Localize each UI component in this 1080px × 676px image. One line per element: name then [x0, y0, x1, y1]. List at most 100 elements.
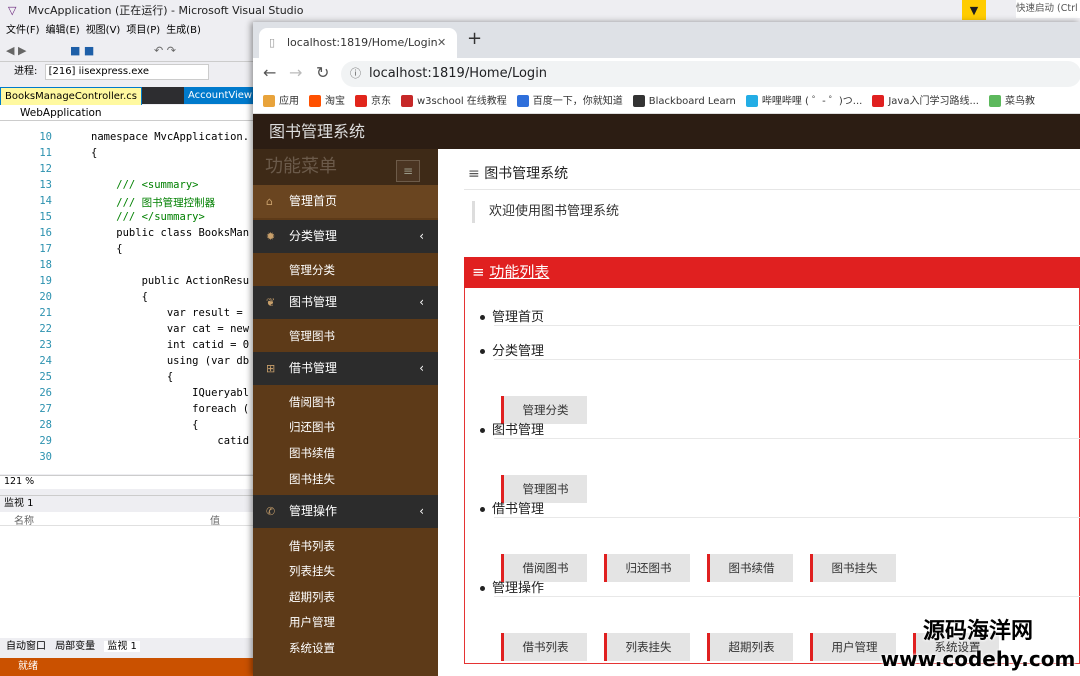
page-icon: ▯ — [269, 36, 276, 49]
overdue-list-button[interactable]: 超期列表 — [707, 633, 793, 661]
sidebar-sub-manage-category[interactable]: 管理分类 — [289, 262, 335, 278]
menu-build[interactable]: 生成(B) — [166, 25, 201, 36]
bookmark-label: 应用 — [279, 96, 299, 107]
bookmark-item[interactable]: 应用 — [263, 90, 299, 113]
tab-controller[interactable]: BooksManageController.cs — [0, 87, 142, 106]
undo-icon[interactable]: ↶ ↷ — [154, 44, 176, 57]
bookmark-item[interactable]: 哔哩哔哩 ( ゜- ゜)つ... — [745, 90, 862, 113]
report-lost-button[interactable]: 图书挂失 — [810, 554, 896, 582]
bookmark-icon — [516, 95, 529, 107]
sidebar-sub-borrow-list[interactable]: 借书列表 — [289, 538, 335, 554]
code-line[interactable]: int catid = 0 — [91, 339, 249, 351]
url-input[interactable]: ⓘ localhost:1819/Home/Login — [341, 61, 1080, 87]
sidebar-sub-return[interactable]: 归还图书 — [289, 419, 335, 435]
code-line[interactable]: namespace MvcApplication. — [91, 131, 249, 143]
sidebar-sub-users[interactable]: 用户管理 — [289, 614, 335, 630]
code-line[interactable]: IQueryabl — [91, 387, 249, 399]
bookmark-item[interactable]: 菜鸟教 — [989, 90, 1035, 113]
code-line[interactable]: /// </summary> — [91, 211, 205, 223]
new-tab-icon[interactable]: + — [467, 28, 482, 49]
code-line[interactable]: { — [91, 147, 97, 159]
return-book-button[interactable]: 归还图书 — [604, 554, 690, 582]
code-line[interactable]: { — [91, 419, 198, 431]
list-icon: ≡ — [468, 166, 480, 182]
menu-view[interactable]: 视图(V) — [86, 25, 121, 36]
code-line[interactable]: foreach ( — [91, 403, 249, 415]
code-line[interactable]: { — [91, 371, 173, 383]
project-dropdown[interactable]: WebApplication — [0, 105, 253, 121]
code-line[interactable]: /// 图书管理控制器 — [91, 195, 215, 210]
bookmark-item[interactable]: 京东 — [355, 90, 391, 113]
tab-locals[interactable]: 局部变量 — [55, 641, 95, 652]
code-line[interactable]: using (var db — [91, 355, 249, 367]
code-line[interactable]: { — [91, 291, 148, 303]
filter-icon[interactable]: ▼ — [962, 0, 986, 20]
sidebar-sub-manage-books[interactable]: 管理图书 — [289, 328, 335, 344]
info-icon[interactable]: ⓘ — [350, 61, 361, 87]
sidebar-sub-borrow[interactable]: 借阅图书 — [289, 394, 335, 410]
function-list-title[interactable]: 功能列表 — [489, 263, 549, 281]
close-tab-icon[interactable]: ✕ — [437, 28, 446, 58]
menu-edit[interactable]: 编辑(E) — [46, 25, 80, 36]
reload-icon[interactable]: ↻ — [316, 63, 329, 82]
list-item-category[interactable]: 分类管理 — [480, 340, 544, 359]
sidebar-sub-renew[interactable]: 图书续借 — [289, 445, 335, 461]
sidebar-item-operations[interactable]: ✆ 管理操作 ‹ — [253, 495, 438, 528]
back-icon[interactable]: ◀ ▶ — [6, 44, 26, 57]
list-item-books[interactable]: 图书管理 — [480, 419, 544, 438]
browser-tab[interactable]: ▯ localhost:1819/Home/Login ✕ — [259, 28, 457, 58]
bookmark-item[interactable]: w3school 在线教程 — [401, 90, 507, 113]
menu-file[interactable]: 文件(F) — [6, 25, 40, 36]
sidebar-item-label: 图书管理 — [289, 295, 338, 309]
sidebar-sub-overdue[interactable]: 超期列表 — [289, 589, 335, 605]
menu-toggle-icon[interactable]: ≡ — [396, 160, 420, 182]
sidebar-sub-settings[interactable]: 系统设置 — [289, 640, 335, 656]
line-number: 12 — [39, 163, 52, 175]
code-line[interactable]: var cat = new — [91, 323, 249, 335]
bookmark-item[interactable]: Blackboard Learn — [632, 90, 736, 113]
sidebar-sub-lost[interactable]: 图书挂失 — [289, 471, 335, 487]
tab-account-view[interactable]: AccountView — [184, 87, 253, 104]
chevron-left-icon: ‹ — [419, 504, 424, 518]
forward-arrow-icon[interactable]: → — [289, 63, 302, 82]
menu-project[interactable]: 项目(P) — [126, 25, 160, 36]
borrow-list-button[interactable]: 借书列表 — [501, 633, 587, 661]
code-line[interactable]: { — [91, 243, 122, 255]
back-arrow-icon[interactable]: ← — [263, 63, 276, 82]
sidebar-item-home[interactable]: ⌂ 管理首页 — [253, 185, 438, 218]
bookmark-icon — [401, 95, 413, 107]
watch-col-name: 名称 — [14, 516, 34, 527]
tab-watch[interactable]: 监视 1 — [104, 641, 140, 652]
code-line[interactable]: public ActionResu — [91, 275, 249, 287]
sidebar-sub-list-lost[interactable]: 列表挂失 — [289, 563, 335, 579]
bookmark-item[interactable]: 百度一下，你就知道 — [516, 90, 623, 113]
sidebar-item-books[interactable]: ❦ 图书管理 ‹ — [253, 286, 438, 319]
quick-launch-input[interactable]: 快速启动 (Ctrl — [1016, 0, 1080, 18]
list-item-operations[interactable]: 管理操作 — [480, 577, 544, 596]
code-line[interactable]: catid — [91, 435, 249, 447]
list-icon: ≡ — [472, 263, 485, 281]
zoom-level[interactable]: 121 % — [0, 475, 253, 489]
sidebar-item-category[interactable]: ✹ 分类管理 ‹ — [253, 220, 438, 253]
save-icon[interactable]: ■ ■ — [70, 44, 94, 57]
content-title-text: 图书管理系统 — [484, 166, 569, 182]
code-line[interactable]: var result = — [91, 307, 243, 319]
bookmark-label: w3school 在线教程 — [417, 96, 507, 107]
list-item-borrow[interactable]: 借书管理 — [480, 498, 544, 517]
code-line[interactable]: public class BooksMan — [91, 227, 249, 239]
process-select[interactable]: [216] iisexpress.exe — [44, 64, 209, 80]
vs-title-bar: ▽ MvcApplication (正在运行) - Microsoft Visu… — [0, 0, 1080, 22]
sidebar-item-label: 管理操作 — [289, 504, 338, 518]
bookmark-item[interactable]: 淘宝 — [309, 90, 345, 113]
tab-autos[interactable]: 自动窗口 — [6, 641, 46, 652]
bookmark-label: Blackboard Learn — [648, 96, 736, 107]
list-lost-button[interactable]: 列表挂失 — [604, 633, 690, 661]
code-line[interactable]: /// <summary> — [91, 179, 198, 191]
bookmark-item[interactable]: Java入门学习路线... — [872, 90, 979, 113]
renew-book-button[interactable]: 图书续借 — [707, 554, 793, 582]
sitemap-icon: ⊞ — [266, 362, 276, 375]
vs-menu-bar: 文件(F) 编辑(E) 视图(V) 项目(P) 生成(B) — [0, 22, 253, 40]
code-editor[interactable]: 10 namespace MvcApplication. 11 {12 13 /// <… — [0, 121, 253, 474]
list-item-home[interactable]: 管理首页 — [480, 306, 544, 325]
sidebar-item-borrow[interactable]: ⊞ 借书管理 ‹ — [253, 352, 438, 385]
